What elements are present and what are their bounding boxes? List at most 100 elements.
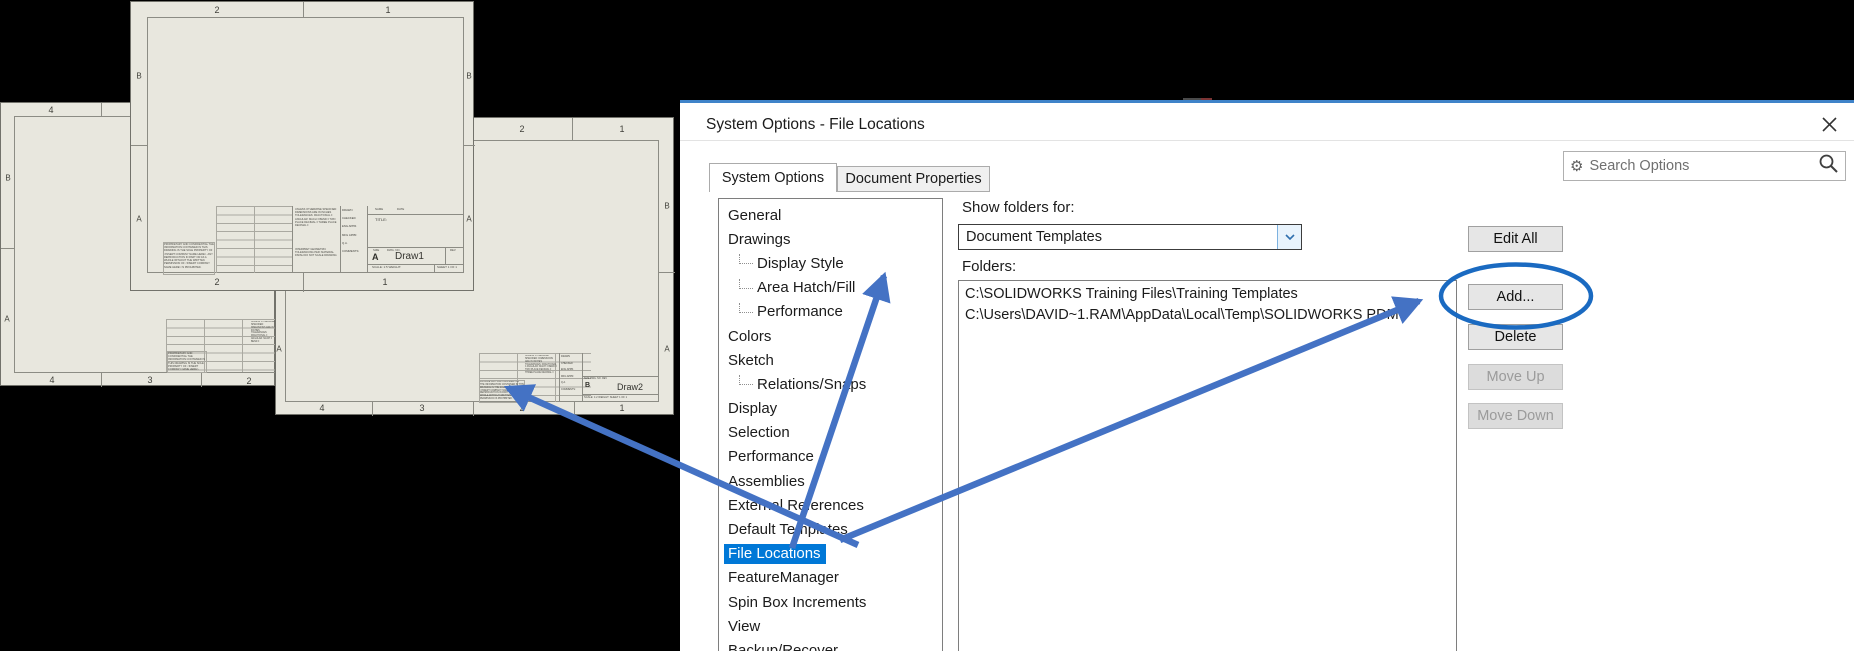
title-block-note: PROPRIETARY AND CONFIDENTIAL THE INFORMA… (163, 242, 215, 275)
folder-path-item[interactable]: C:\Users\DAVID~1.RAM\AppData\Local\Temp\… (959, 305, 1456, 326)
title-block-note: PROPRIETARY AND CONFIDENTIAL THE INFORMA… (479, 380, 525, 403)
tree-item-general[interactable]: General (719, 203, 942, 227)
dialog-title: System Options - File Locations (706, 116, 925, 133)
tree-item-display-style[interactable]: Display Style (719, 251, 942, 275)
tree-item-featuremanager[interactable]: FeatureManager (719, 566, 942, 590)
zone-tick (572, 118, 573, 140)
tree-item-relations-snaps[interactable]: Relations/Snaps (719, 372, 942, 396)
gear-icon: ⚙ (1570, 158, 1584, 175)
tree-item-drawings[interactable]: Drawings (719, 227, 942, 251)
search-icon (1818, 153, 1839, 179)
tree-item-label: Selection (728, 424, 790, 442)
tree-item-label: External References (728, 496, 864, 514)
zone-label: A (136, 214, 142, 224)
tree-item-area-hatch-fill[interactable]: Area Hatch/Fill (719, 276, 942, 300)
tree-item-backup-recover[interactable]: Backup/Recover (719, 638, 942, 651)
title-block-grid (216, 206, 292, 273)
tree-elbow (739, 254, 753, 265)
sheet-size-letter: B (585, 382, 591, 389)
tree-item-label: Area Hatch/Fill (757, 279, 856, 297)
title-block-line (445, 247, 446, 264)
title-block-title-label: TITLE: (375, 217, 388, 222)
zone-tick (101, 372, 102, 387)
tree-item-label: Display (728, 400, 778, 418)
zone-label: A (276, 344, 282, 354)
sheet-margin-line (14, 372, 276, 373)
zone-label: 3 (147, 375, 153, 385)
zone-label: 2 (519, 403, 525, 413)
tree-item-default-templates[interactable]: Default Templates (719, 517, 942, 541)
title-block-rows: DRAWN CHECKED ENG APPR. MFG APPR. Q.A. COMMEN… (342, 208, 367, 257)
title-block-line (340, 206, 341, 273)
zone-label: 4 (49, 375, 55, 385)
title-block-header: DATE (397, 208, 405, 211)
tree-item-performance[interactable]: Performance (719, 445, 942, 469)
zone-tick (131, 145, 147, 146)
zone-label: 4 (319, 403, 325, 413)
delete-button[interactable]: Delete (1468, 324, 1563, 350)
title-block-note: UNLESS OTHERWISE SPECIFIED: DIMENSIONS A… (295, 208, 337, 228)
show-folders-dropdown[interactable]: Document Templates (958, 224, 1302, 250)
title-block-line (559, 353, 560, 402)
tree-item-sketch[interactable]: Sketch (719, 348, 942, 372)
folders-list[interactable]: C:\SOLIDWORKS Training Files\Training Te… (958, 280, 1457, 651)
add-button[interactable]: Add... (1468, 284, 1563, 310)
zone-tick (659, 272, 675, 273)
drawing-name: Draw2 (617, 382, 644, 392)
tree-item-display[interactable]: Display (719, 397, 942, 421)
title-block-line (434, 264, 435, 273)
tree-item-label: Relations/Snaps (757, 375, 867, 393)
tab-system-options[interactable]: System Options (709, 163, 837, 192)
tree-item-spin-box-increments[interactable]: Spin Box Increments (719, 590, 942, 614)
tree-item-external-references[interactable]: External References (719, 493, 942, 517)
tree-elbow (739, 375, 753, 386)
move-down-button: Move Down (1468, 403, 1563, 429)
zone-label: 2 (214, 5, 220, 15)
zone-tick (464, 145, 475, 146)
title-block-line (367, 214, 464, 215)
title-block-row-label: ENG APPR. (342, 224, 358, 229)
tree-item-label: Sketch (728, 351, 774, 369)
title-block-note: PROPRIETARY AND CONFIDENTIAL THE INFORMA… (167, 351, 207, 373)
chevron-down-icon[interactable] (1277, 225, 1301, 249)
folder-path-item[interactable]: C:\SOLIDWORKS Training Files\Training Te… (959, 284, 1456, 305)
close-icon[interactable] (1820, 115, 1840, 135)
tree-item-label: Backup/Recover (728, 641, 839, 651)
zone-tick (201, 372, 202, 387)
sheet-margin-line (14, 116, 15, 372)
zone-label: 4 (48, 105, 54, 115)
tree-item-label: Performance (757, 303, 843, 321)
tree-item-colors[interactable]: Colors (719, 324, 942, 348)
tree-item-selection[interactable]: Selection (719, 421, 942, 445)
show-folders-label: Show folders for: (962, 199, 1075, 216)
tree-item-performance[interactable]: Performance (719, 300, 942, 324)
title-block-row-label: CHECKED (342, 216, 356, 221)
zone-label: 2 (519, 124, 525, 134)
edit-all-button[interactable]: Edit All (1468, 226, 1563, 252)
search-input[interactable]: ⚙ Search Options (1563, 151, 1846, 181)
tree-item-label: View (728, 617, 761, 635)
tree-item-label: Assemblies (728, 472, 805, 490)
title-block-row-label: COMMENTS: (342, 248, 360, 253)
title-block-line (367, 206, 368, 273)
tab-document-properties[interactable]: Document Properties (837, 166, 990, 192)
title-block-header: REV (450, 248, 456, 252)
title-block-row-label: MFG APPR. (342, 232, 358, 237)
title-block-header: NAME (375, 208, 384, 211)
dropdown-value: Document Templates (966, 229, 1102, 245)
screenshot-stage: 4 B A 4 3 2 UNLESS OTHERWISE SPECIFIED: … (0, 0, 1854, 651)
title-block-note: INTERPRET GEOMETRIC TOLERANCING PER: MAT… (295, 248, 337, 258)
zone-tick (473, 402, 474, 416)
tree-item-label: Performance (728, 448, 814, 466)
tree-item-view[interactable]: View (719, 614, 942, 638)
zone-tick (574, 402, 575, 416)
zone-label: 1 (385, 5, 391, 15)
title-block-note: UNLESS OTHERWISE SPECIFIED: DIMENSIONS A… (525, 355, 557, 375)
tree-item-label: Display Style (757, 254, 844, 272)
tree-item-assemblies[interactable]: Assemblies (719, 469, 942, 493)
zone-tick (101, 103, 102, 116)
tree-elbow (739, 278, 753, 289)
title-block-scale: SCALE: 1:5 WEIGHT: (372, 266, 402, 269)
tree-item-file-locations[interactable]: File Locations (719, 542, 942, 566)
zone-label: 1 (619, 403, 625, 413)
